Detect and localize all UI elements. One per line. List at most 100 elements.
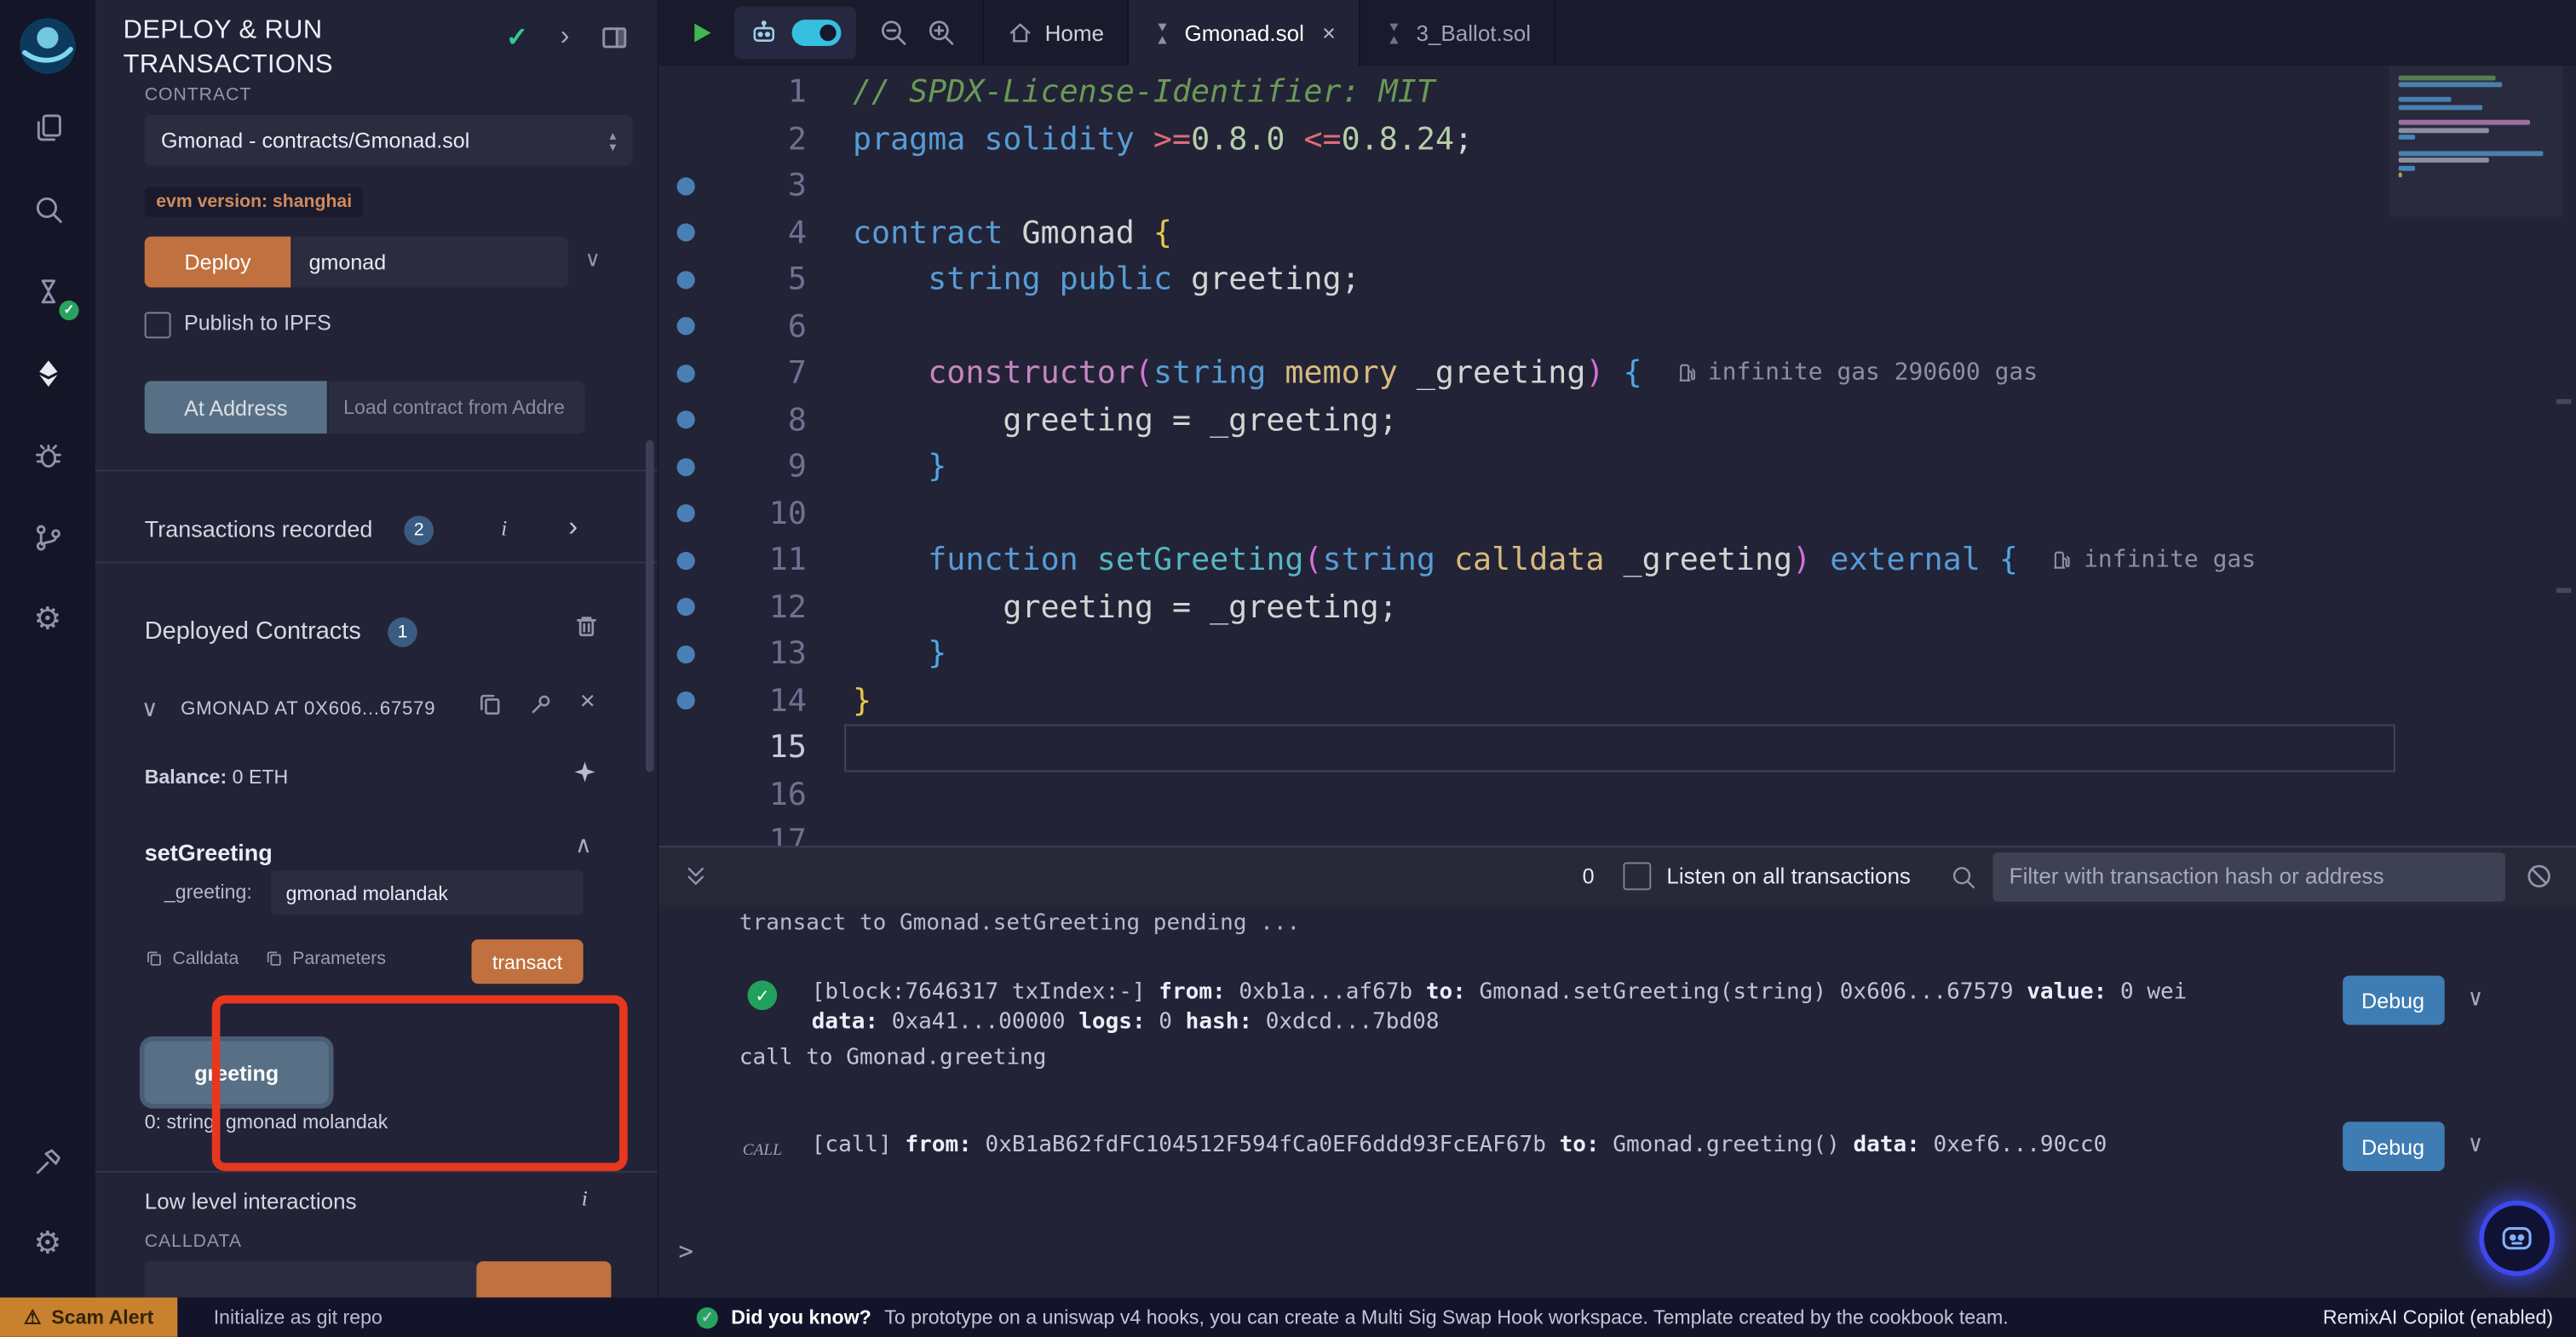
code-line[interactable]: 13 } [657, 631, 2576, 678]
calldata-copy-button[interactable]: Calldata [145, 950, 239, 969]
plugin-manager-icon[interactable]: ⚙ [0, 578, 95, 660]
terminal-prompt[interactable]: > [657, 1236, 2576, 1265]
transactions-expand-icon[interactable]: › [568, 511, 578, 544]
deploy-button[interactable]: Deploy [145, 237, 291, 288]
remix-logo-icon[interactable] [14, 13, 80, 78]
code-line[interactable]: 9 } [657, 444, 2576, 491]
code-line[interactable]: 3 [657, 163, 2576, 209]
arg-input[interactable] [271, 870, 583, 915]
panel-forward-icon[interactable]: › [561, 20, 570, 53]
instance-collapse-icon[interactable]: ∨ [141, 695, 158, 723]
code-line[interactable]: 7 constructor(string memory _greeting) {… [657, 350, 2576, 397]
pin-panel-icon[interactable] [600, 23, 630, 53]
pin-instance-icon[interactable] [527, 691, 555, 720]
code-line[interactable]: 2pragma solidity >=0.8.0 <=0.8.24; [657, 116, 2576, 163]
tx-success-icon[interactable]: ✓ [748, 980, 778, 1010]
settings-icon[interactable]: ⚙ [0, 1202, 95, 1284]
at-address-input[interactable] [329, 381, 585, 433]
gutter-dot[interactable] [677, 598, 695, 616]
clear-console-icon[interactable] [2525, 863, 2553, 891]
low-level-calldata-input[interactable] [145, 1261, 477, 1297]
transact-button[interactable]: transact [472, 939, 584, 984]
gutter-dot[interactable] [677, 691, 695, 709]
publish-ipfs-label: Publish to IPFS [184, 311, 331, 336]
solidity-compiler-icon[interactable]: ✓ [0, 250, 95, 331]
code-line[interactable]: 10 [657, 491, 2576, 537]
listen-all-label: Listen on all transactions [1666, 864, 1911, 888]
code-line[interactable]: 16 [657, 771, 2576, 818]
copy-address-icon[interactable] [476, 691, 504, 720]
trash-icon[interactable] [572, 611, 601, 640]
zoom-out-icon[interactable] [879, 18, 909, 48]
code-line[interactable]: 6 [657, 303, 2576, 350]
gutter-dot[interactable] [677, 552, 695, 570]
transactions-info-icon[interactable]: i [501, 516, 507, 542]
file-explorer-icon[interactable] [0, 85, 95, 167]
greeting-getter-button[interactable]: greeting [145, 1041, 329, 1104]
code-line[interactable]: 11 function setGreeting(string calldata … [657, 537, 2576, 584]
git-init-button[interactable]: Initialize as git repo [214, 1305, 382, 1328]
gutter-dot[interactable] [677, 271, 695, 289]
at-address-button[interactable]: At Address [145, 381, 327, 433]
line-number: 1 [695, 74, 807, 110]
gutter-dot[interactable] [677, 224, 695, 242]
scam-alert-button[interactable]: ⚠ Scam Alert [0, 1298, 177, 1337]
arg-label: _greeting: [164, 881, 252, 904]
gutter-dot[interactable] [677, 411, 695, 429]
gutter-dot[interactable] [677, 177, 695, 195]
debugger-icon[interactable] [0, 414, 95, 496]
ai-assistant-button[interactable] [2479, 1201, 2555, 1277]
search-icon[interactable] [0, 168, 95, 250]
expand-terminal-icon[interactable] [683, 864, 708, 888]
panel-scrollbar[interactable] [646, 440, 654, 772]
gutter-dot[interactable] [677, 645, 695, 663]
deploy-and-run-icon[interactable] [0, 332, 95, 414]
code-line[interactable]: 12 greeting = _greeting; [657, 584, 2576, 631]
function-collapse-icon[interactable]: ∧ [575, 831, 592, 859]
source-control-icon[interactable] [0, 496, 95, 577]
tab-home[interactable]: Home [982, 0, 1129, 66]
terminal-search-icon[interactable] [1950, 863, 1976, 889]
close-tab-icon[interactable]: × [1322, 20, 1336, 46]
terminal-filter-input[interactable] [1992, 852, 2505, 901]
expand-tx-icon[interactable]: ∨ [2469, 986, 2482, 1015]
tab-ballot-label: 3_Ballot.sol [1416, 20, 1531, 45]
code-line[interactable]: 8 greeting = _greeting; [657, 397, 2576, 444]
tab-gmonad[interactable]: Gmonad.sol × [1129, 0, 1360, 66]
run-script-button[interactable] [687, 18, 716, 48]
expand-tx-icon[interactable]: ∨ [2469, 1132, 2482, 1161]
status-bar: ⚠ Scam Alert Initialize as git repo ✓ Di… [0, 1298, 2576, 1337]
publish-ipfs-checkbox[interactable] [145, 312, 171, 338]
code-line[interactable]: 17 [657, 818, 2576, 846]
deploy-expand-icon[interactable]: ∨ [585, 246, 601, 273]
contract-select[interactable]: Gmonad - contracts/Gmonad.sol ▴▾ [145, 115, 633, 166]
build-tools-icon[interactable] [0, 1120, 95, 1202]
code-line[interactable]: 4contract Gmonad { [657, 209, 2576, 256]
code-line[interactable]: 15 [657, 725, 2576, 772]
debug-button[interactable]: Debug [2342, 1122, 2444, 1171]
copilot-toggle[interactable] [792, 20, 842, 46]
tab-ballot[interactable]: 3_Ballot.sol [1360, 0, 1555, 66]
ai-sparkle-icon[interactable] [572, 759, 598, 785]
terminal-log[interactable]: transact to Gmonad.setGreeting pending .… [657, 909, 2576, 1265]
code-line[interactable]: 5 string public greeting; [657, 256, 2576, 303]
gutter-dot[interactable] [677, 318, 695, 336]
low-level-transact-button[interactable] [476, 1261, 611, 1297]
parameters-copy-button[interactable]: Parameters [265, 950, 386, 969]
minimap[interactable] [2399, 72, 2550, 204]
gutter-dot[interactable] [677, 505, 695, 523]
low-level-info-icon[interactable]: i [582, 1185, 588, 1212]
instance-title[interactable]: GMONAD AT 0X606...67579 [181, 700, 469, 720]
line-number: 8 [695, 402, 807, 438]
gas-estimate-annotation: infinite gas 290600 gas [1675, 360, 2038, 387]
zoom-in-icon[interactable] [927, 18, 957, 48]
remove-instance-icon[interactable]: × [580, 688, 595, 718]
code-editor[interactable]: 1// SPDX-License-Identifier: MIT2pragma … [657, 66, 2576, 846]
debug-button[interactable]: Debug [2342, 976, 2444, 1025]
code-line[interactable]: 14} [657, 678, 2576, 725]
listen-all-checkbox[interactable] [1624, 863, 1652, 891]
gutter-dot[interactable] [677, 364, 695, 382]
constructor-arg-input[interactable] [292, 237, 568, 288]
code-line[interactable]: 1// SPDX-License-Identifier: MIT [657, 69, 2576, 116]
gutter-dot[interactable] [677, 458, 695, 476]
